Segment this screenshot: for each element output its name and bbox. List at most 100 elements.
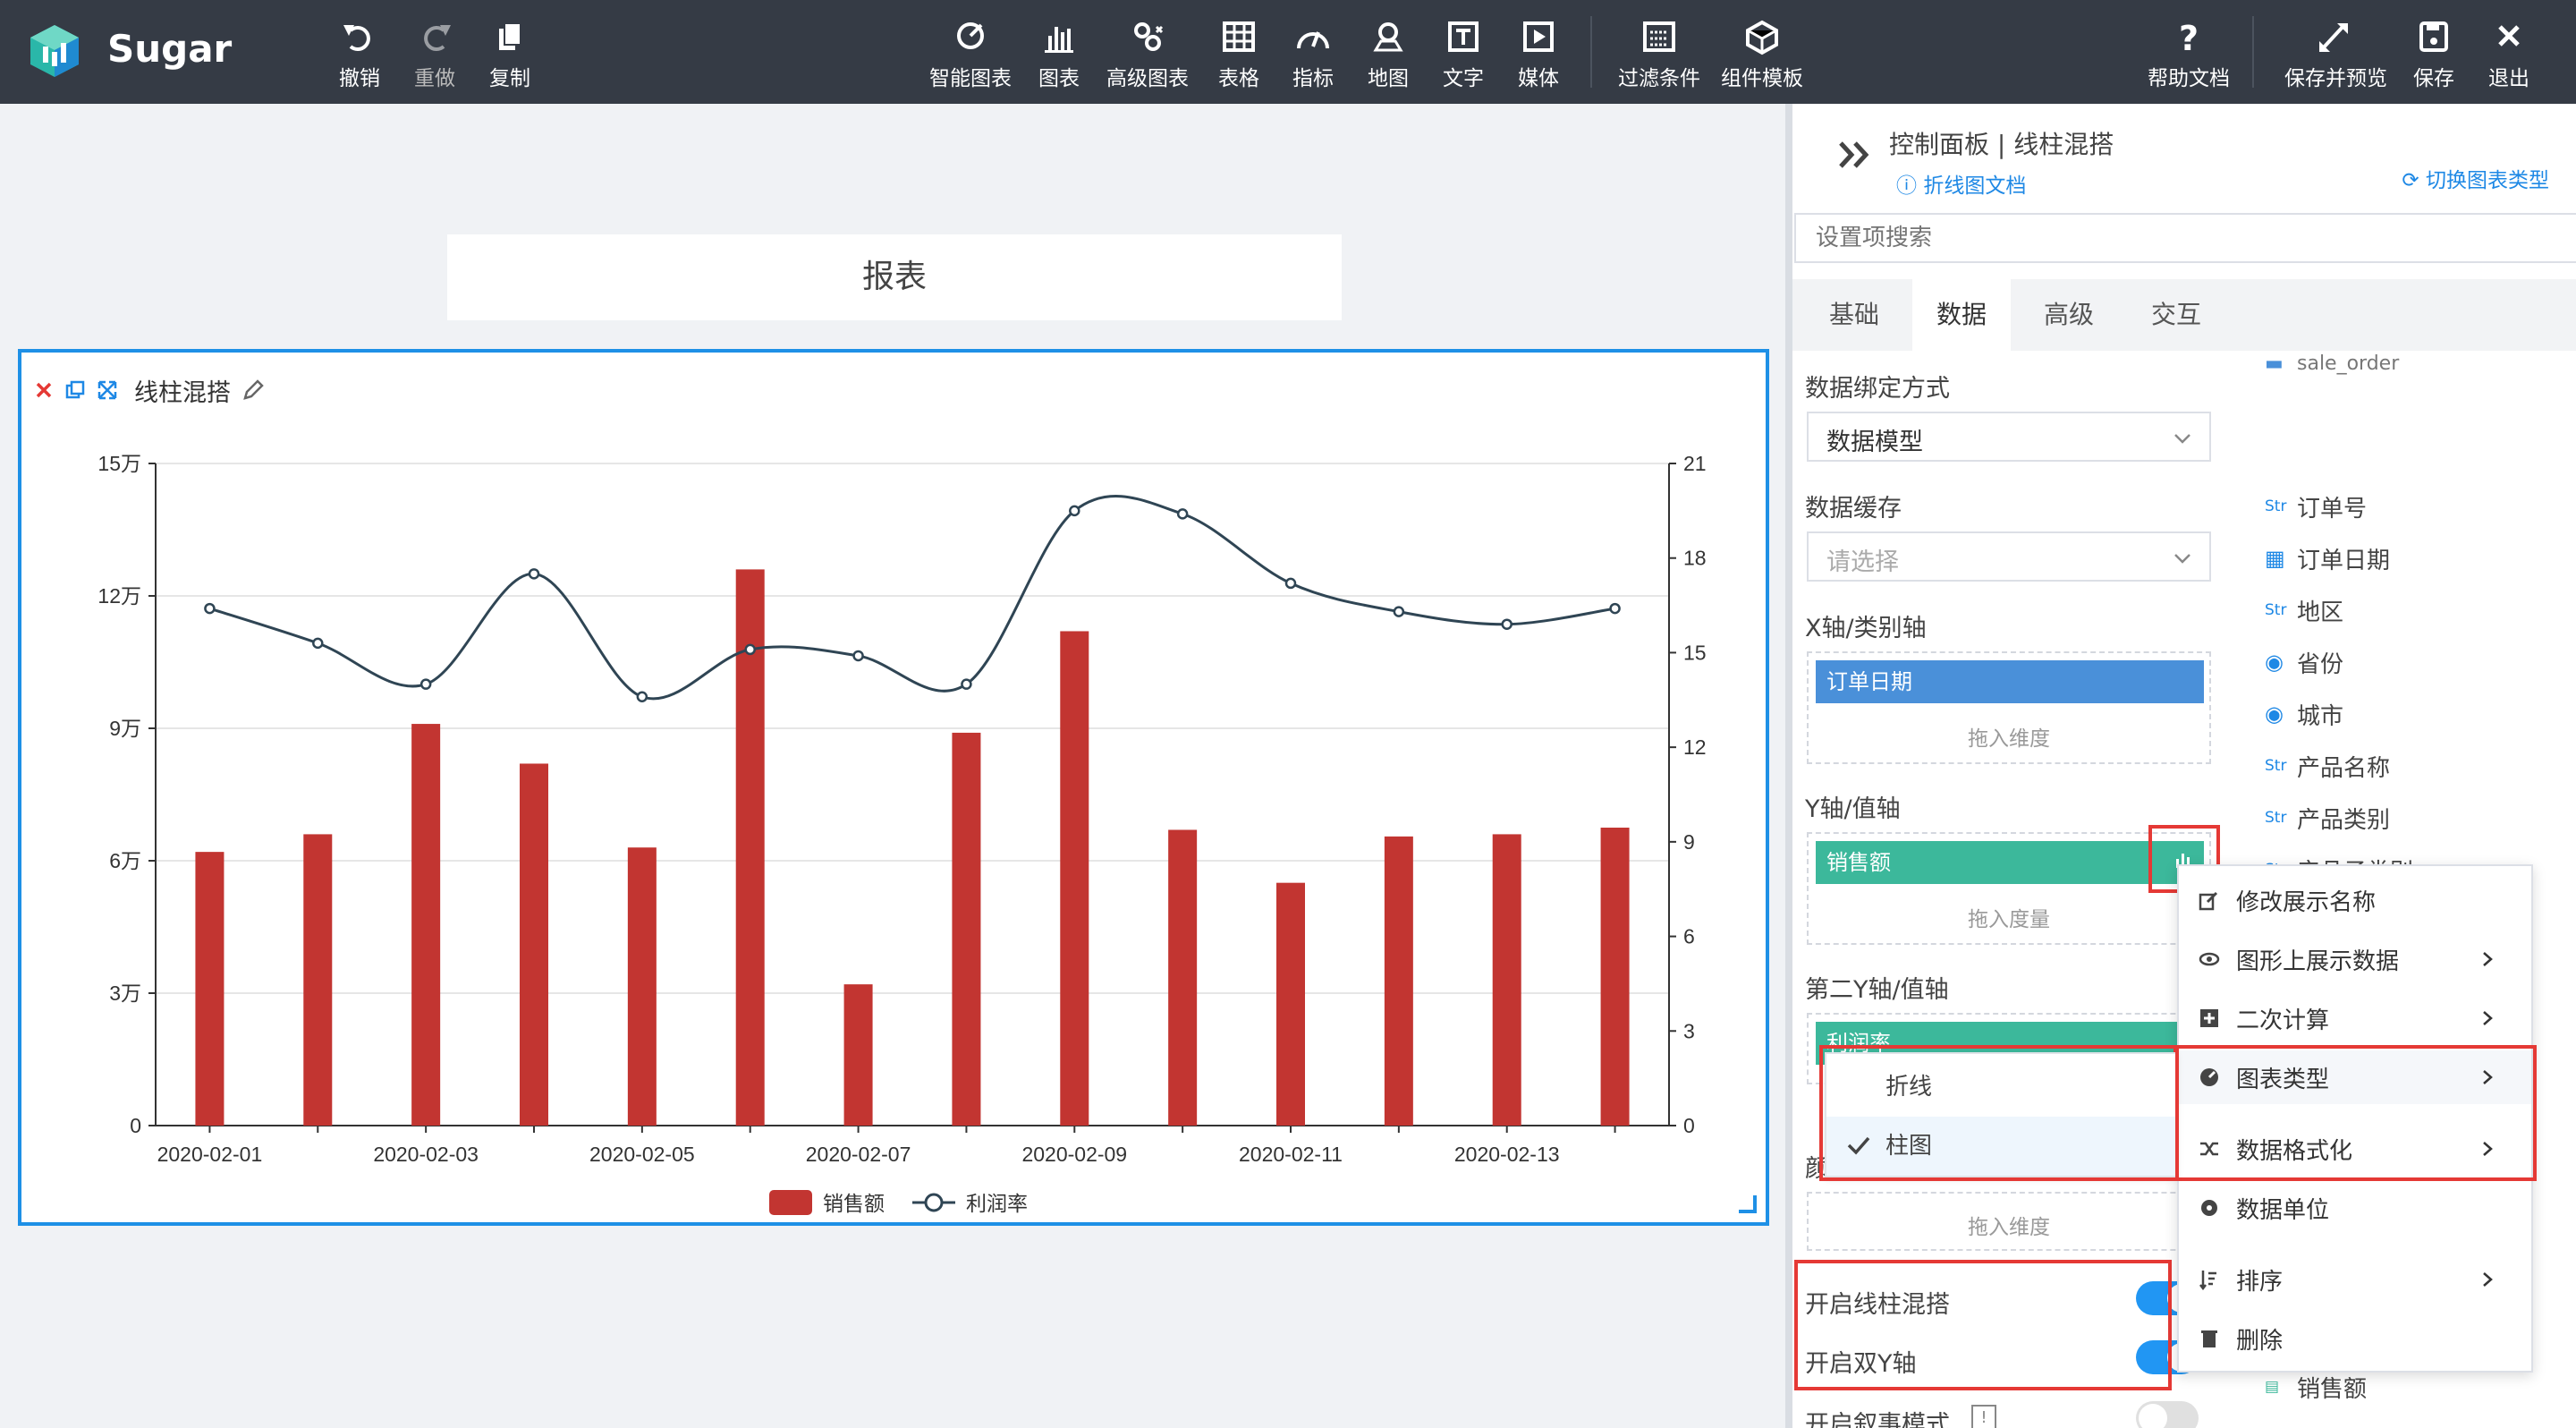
measure-icon: ▤ bbox=[2265, 1378, 2280, 1396]
x-axis-dropzone[interactable]: 订单日期 拖入维度 bbox=[1807, 651, 2211, 764]
switch-chart-type-label: 切换图表类型 bbox=[2426, 169, 2549, 192]
exit-button[interactable]: 退出 bbox=[2460, 20, 2558, 91]
field-item[interactable]: Str 产品名称 bbox=[2265, 748, 2390, 784]
help-button[interactable]: ? 帮助文档 bbox=[2140, 20, 2238, 91]
tab-advanced[interactable]: 高级 bbox=[2020, 279, 2118, 351]
chevron-down-icon bbox=[2174, 434, 2190, 444]
switch-chart-type-link[interactable]: ⟳ 切换图表类型 bbox=[2402, 163, 2549, 193]
tab-interaction[interactable]: 交互 bbox=[2127, 279, 2225, 351]
bar bbox=[1600, 828, 1630, 1126]
color-dropzone[interactable]: 拖入维度 bbox=[1807, 1192, 2211, 1251]
field-item-label: 产品类别 bbox=[2297, 806, 2391, 834]
field-item[interactable]: Str 订单号 bbox=[2265, 489, 2367, 524]
copy-button[interactable]: 复制 bbox=[461, 20, 559, 91]
highlight-box bbox=[1794, 1260, 2172, 1390]
advanced-chart-button[interactable]: 高级图表 bbox=[1098, 20, 1197, 91]
menu-show-data-label: 图形上展示数据 bbox=[2236, 948, 2400, 975]
line-point bbox=[1393, 606, 1405, 617]
smart-chart-icon bbox=[957, 22, 984, 49]
app-name: Sugar bbox=[107, 27, 233, 71]
y-drop-placeholder: 拖入度量 bbox=[1968, 908, 2050, 931]
advanced-chart-label: 高级图表 bbox=[1106, 67, 1189, 90]
field-item-label: 省份 bbox=[2297, 650, 2344, 678]
cache-label: 数据缓存 bbox=[1805, 495, 1902, 523]
save-preview-button[interactable]: 保存并预览 bbox=[2284, 20, 2387, 91]
filter-button[interactable]: 过滤条件 bbox=[1610, 20, 1708, 91]
help-icon: ? bbox=[2179, 20, 2199, 55]
y-left-tick-label: 3万 bbox=[109, 982, 141, 1005]
field-item[interactable]: ◉ 省份 bbox=[2265, 644, 2343, 680]
chevron-down-icon bbox=[2174, 554, 2190, 564]
collapse-panel-icon[interactable] bbox=[1837, 140, 1873, 170]
filter-label: 过滤条件 bbox=[1618, 67, 1700, 90]
menu-rename[interactable]: 修改展示名称 bbox=[2179, 873, 2531, 927]
y2-axis-label: 第二Y轴/值轴 bbox=[1805, 976, 1949, 1004]
y-axis-label: Y轴/值轴 bbox=[1805, 795, 1901, 823]
tab-basic[interactable]: 基础 bbox=[1805, 279, 1903, 351]
bar bbox=[627, 847, 657, 1126]
menu-secondary-calc[interactable]: 二次计算 bbox=[2179, 991, 2531, 1045]
resize-handle[interactable] bbox=[1739, 1195, 1757, 1213]
x-field-pill[interactable]: 订单日期 bbox=[1816, 660, 2204, 703]
doc-link[interactable]: ⓘ 折线图文档 bbox=[1896, 168, 2026, 199]
chevron-right-icon bbox=[2483, 952, 2493, 966]
help-label: 帮助文档 bbox=[2148, 67, 2230, 90]
chart-button[interactable]: 图表 bbox=[1010, 20, 1108, 91]
legend-swatch-point bbox=[924, 1193, 944, 1212]
tab-data[interactable]: 数据 bbox=[1912, 279, 2011, 351]
bar bbox=[1276, 882, 1305, 1126]
narrative-toggle[interactable] bbox=[2136, 1401, 2199, 1428]
binding-select[interactable]: 数据模型 bbox=[1807, 412, 2211, 462]
trash-icon bbox=[2201, 1330, 2217, 1347]
exit-label: 退出 bbox=[2488, 67, 2529, 90]
bar bbox=[411, 724, 441, 1126]
y-left-tick-label: 9万 bbox=[109, 717, 141, 740]
media-button[interactable]: 媒体 bbox=[1489, 20, 1588, 91]
field-item[interactable]: ▦ 订单日期 bbox=[2265, 540, 2390, 576]
calendar-icon: ▦ bbox=[2265, 546, 2285, 571]
doc-link-label: 折线图文档 bbox=[1923, 174, 2027, 198]
redo-icon bbox=[424, 25, 451, 51]
cube-icon bbox=[1746, 20, 1778, 55]
menu-sort[interactable]: 排序 bbox=[2179, 1253, 2531, 1306]
close-icon bbox=[2498, 25, 2520, 47]
menu-sort-label: 排序 bbox=[2236, 1268, 2284, 1296]
line-point bbox=[1609, 602, 1621, 615]
component-template-button[interactable]: 组件模板 bbox=[1713, 20, 1811, 91]
line-point bbox=[1501, 618, 1513, 630]
field-item[interactable]: Str 地区 bbox=[2265, 592, 2343, 628]
field-table-label: sale_order bbox=[2297, 352, 2400, 375]
undo-icon bbox=[343, 25, 370, 51]
toolbar-divider bbox=[1590, 16, 1592, 88]
string-type-icon: Str bbox=[2265, 757, 2287, 775]
field-item[interactable]: ◉ 城市 bbox=[2265, 696, 2343, 732]
legend-label: 销售额 bbox=[823, 1192, 885, 1215]
menu-data-unit[interactable]: 数据单位 bbox=[2179, 1181, 2531, 1235]
string-type-icon: Str bbox=[2265, 601, 2287, 619]
edit-icon bbox=[2199, 891, 2218, 911]
menu-secondary-calc-label: 二次计算 bbox=[2236, 1007, 2330, 1034]
bar bbox=[1168, 829, 1198, 1126]
y-field-pill[interactable]: 销售额 bbox=[1816, 841, 2204, 884]
highlight-box bbox=[1819, 1045, 2179, 1181]
line-point bbox=[312, 637, 324, 650]
line-point bbox=[1069, 505, 1080, 517]
field-item-sales[interactable]: ▤ 销售额 bbox=[2265, 1369, 2367, 1405]
line-series bbox=[204, 495, 1621, 703]
save-icon bbox=[2419, 21, 2448, 52]
field-table-name[interactable]: ▬ sale_order bbox=[2265, 345, 2399, 381]
report-title[interactable]: 报表 bbox=[447, 234, 1342, 320]
field-item[interactable]: Str 产品类别 bbox=[2265, 800, 2390, 836]
bar bbox=[303, 834, 333, 1126]
chart-widget[interactable]: 线柱混搭 0 3万 6万 9万 12万 15万 0 3 6 9 12 15 18 21 2020-02-01… bbox=[18, 349, 1769, 1226]
settings-search-input[interactable] bbox=[1794, 213, 2576, 263]
cache-select[interactable]: 请选择 bbox=[1807, 531, 2211, 582]
x-tick-label: 2020-02-05 bbox=[589, 1143, 695, 1166]
globe-icon: ◉ bbox=[2265, 650, 2284, 675]
line-point bbox=[204, 602, 216, 615]
menu-delete[interactable]: 删除 bbox=[2179, 1312, 2531, 1365]
panel-tabs: 基础 数据 高级 交互 bbox=[1792, 279, 2576, 351]
y-right-tick-label: 3 bbox=[1683, 1019, 1695, 1042]
smart-chart-button[interactable]: 智能图表 bbox=[921, 20, 1020, 91]
menu-show-data[interactable]: 图形上展示数据 bbox=[2179, 932, 2531, 986]
